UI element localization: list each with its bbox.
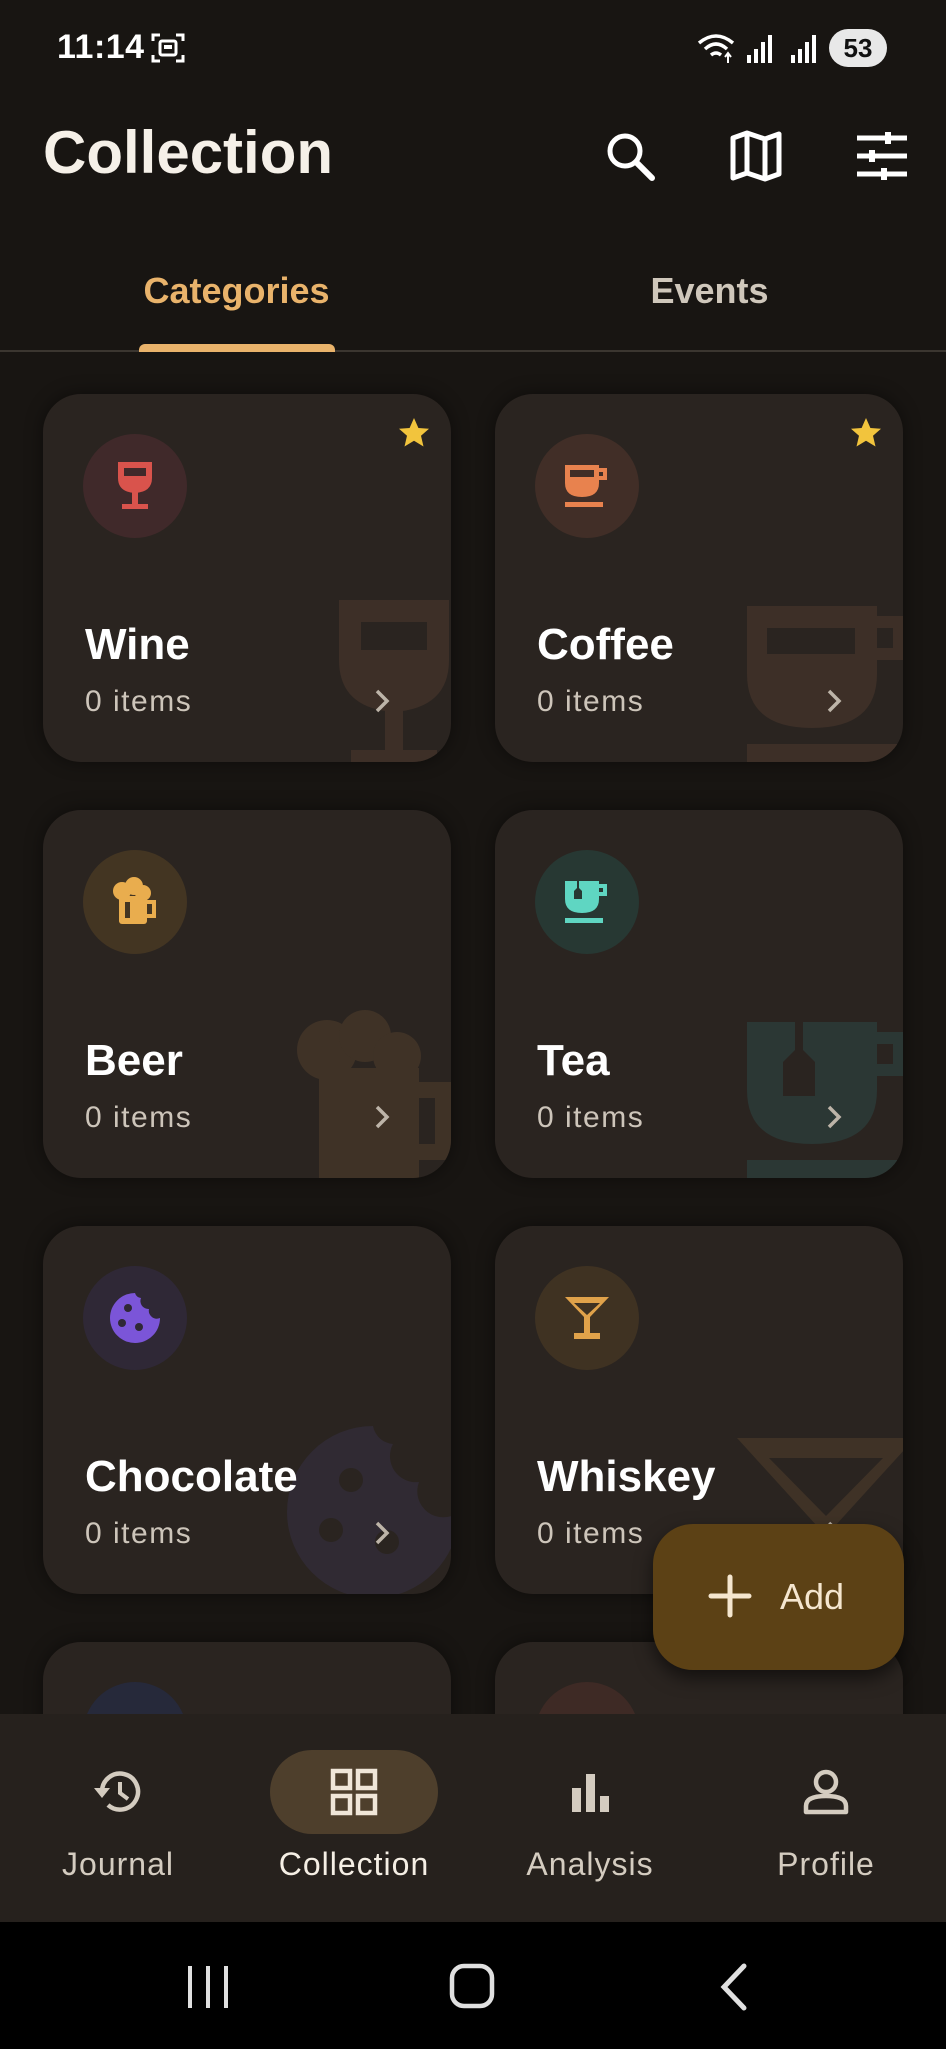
chevron-right-icon (827, 689, 842, 713)
status-icons: 53 (697, 28, 887, 68)
wine-glass-icon (118, 462, 152, 509)
history-icon (94, 1771, 141, 1812)
category-icon-badge (83, 1266, 187, 1370)
recent-apps-icon[interactable] (178, 1960, 238, 2014)
tab-categories[interactable]: Categories (0, 240, 473, 350)
category-title: Chocolate (85, 1452, 298, 1501)
screen-record-icon (151, 33, 185, 63)
bar-chart-icon (572, 1774, 609, 1812)
grid-icon (330, 1768, 378, 1816)
category-title: Whiskey (537, 1452, 716, 1501)
tab-indicator (139, 344, 335, 352)
nav-item-analysis[interactable]: Analysis (472, 1714, 708, 1922)
category-icon-badge (535, 1682, 639, 1714)
system-navigation-bar (0, 1922, 946, 2049)
chevron-right-icon (375, 1521, 390, 1545)
battery-indicator: 53 (829, 29, 887, 67)
category-grid: Wine 0 items Coffee 0 items Beer 0 items… (0, 354, 946, 1714)
category-card-coffee[interactable]: Coffee 0 items (495, 394, 903, 762)
wifi-icon (697, 34, 735, 63)
add-button[interactable]: Add (653, 1524, 904, 1670)
category-title: Tea (537, 1036, 610, 1085)
category-card-partial-left[interactable] (43, 1642, 451, 1714)
chevron-right-icon (827, 1105, 842, 1129)
category-count: 0 items (85, 685, 193, 718)
favorite-star-icon[interactable] (849, 416, 883, 450)
home-icon[interactable] (442, 1960, 502, 2014)
category-title: Wine (85, 620, 190, 669)
tab-label: Events (650, 270, 769, 311)
beer-mug-icon (113, 877, 156, 924)
status-bar: 11:14 53 (0, 0, 946, 96)
map-icon (730, 130, 782, 182)
category-icon-badge (83, 434, 187, 538)
tab-events[interactable]: Events (473, 240, 946, 350)
chevron-right-icon (375, 689, 390, 713)
tea-cup-bg-icon (747, 1022, 903, 1178)
signal-icon-1 (747, 35, 772, 63)
filter-button[interactable] (844, 118, 920, 194)
person-icon (803, 1769, 849, 1815)
category-count: 0 items (537, 685, 645, 718)
status-time: 11:14 (57, 28, 145, 66)
search-icon (607, 133, 655, 181)
category-card-wine[interactable]: Wine 0 items (43, 394, 451, 762)
plus-icon (708, 1574, 752, 1618)
category-icon-badge (535, 434, 639, 538)
back-icon[interactable] (706, 1960, 766, 2014)
category-icon-badge (535, 850, 639, 954)
signal-icon-2 (791, 35, 816, 63)
category-icon-badge (535, 1266, 639, 1370)
wine-glass-bg-icon (339, 600, 449, 762)
nav-item-journal[interactable]: Journal (0, 1714, 236, 1922)
add-button-label: Add (780, 1576, 845, 1617)
cookie-icon (110, 1293, 160, 1343)
app-screen: 11:14 53 Collection Categories Events Wi… (0, 0, 946, 2049)
category-count: 0 items (537, 1517, 645, 1550)
app-bar: Collection (0, 96, 946, 216)
category-title: Beer (85, 1036, 183, 1085)
map-button[interactable] (718, 118, 794, 194)
cookie-bg-icon (287, 1426, 451, 1594)
category-count: 0 items (85, 1517, 193, 1550)
nav-item-collection[interactable]: Collection (236, 1714, 472, 1922)
tab-label: Categories (143, 270, 330, 311)
nav-label: Collection (278, 1846, 430, 1882)
coffee-cup-icon (565, 465, 607, 507)
category-card-chocolate[interactable]: Chocolate 0 items (43, 1226, 451, 1594)
nav-item-profile[interactable]: Profile (708, 1714, 944, 1922)
category-icon-badge (83, 850, 187, 954)
nav-label: Journal (62, 1846, 174, 1882)
nav-label: Analysis (526, 1846, 654, 1882)
category-title: Coffee (537, 620, 674, 669)
cocktail-glass-icon (565, 1297, 609, 1339)
category-card-tea[interactable]: Tea 0 items (495, 810, 903, 1178)
search-button[interactable] (592, 118, 668, 194)
tea-cup-icon (565, 881, 607, 923)
category-count: 0 items (85, 1101, 193, 1134)
category-card-beer[interactable]: Beer 0 items (43, 810, 451, 1178)
bottom-navigation: Journal Collection Analysis Profile (0, 1714, 946, 1922)
favorite-star-icon[interactable] (397, 416, 431, 450)
chevron-right-icon (375, 1105, 390, 1129)
category-icon-badge (83, 1682, 187, 1714)
tab-bar: Categories Events (0, 240, 946, 352)
nav-label: Profile (777, 1846, 875, 1882)
category-count: 0 items (537, 1101, 645, 1134)
beer-mug-bg-icon (297, 1010, 451, 1178)
coffee-cup-bg-icon (747, 606, 903, 762)
tune-icon (857, 132, 907, 180)
page-title: Collection (43, 119, 334, 186)
